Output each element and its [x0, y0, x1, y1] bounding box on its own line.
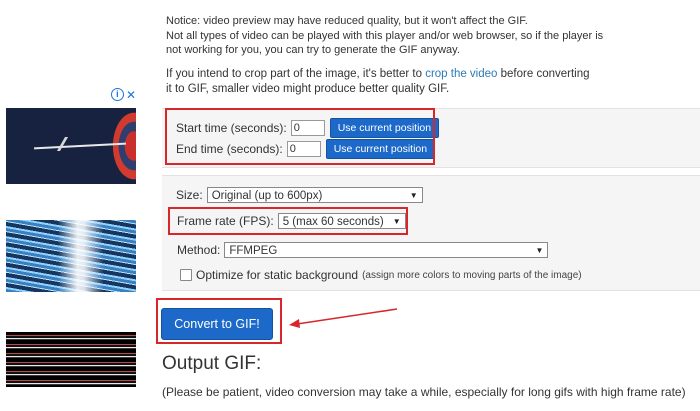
ad-image-archery-target[interactable]: [6, 108, 136, 184]
start-time-label: Start time (seconds):: [176, 121, 287, 135]
crop-note: If you intend to crop part of the image,…: [166, 67, 626, 97]
chevron-down-icon: ▼: [409, 191, 418, 200]
time-panel: [162, 108, 700, 168]
chevron-down-icon: ▼: [392, 217, 401, 226]
annotation-arrow: [289, 308, 398, 328]
chevron-down-icon: ▼: [535, 246, 544, 255]
optimize-label[interactable]: Optimize for static background: [196, 268, 358, 282]
notice-line: Notice: video preview may have reduced q…: [166, 15, 528, 27]
end-use-current-button[interactable]: Use current position: [325, 139, 436, 159]
notice-text: Notice: video preview may have reduced q…: [166, 14, 686, 58]
crop-note-text: before converting: [500, 68, 590, 80]
size-select-value: Original (up to 600px): [211, 190, 323, 202]
size-row: Size: Original (up to 600px) ▼: [176, 187, 423, 203]
method-select[interactable]: FFMPEG ▼: [224, 242, 549, 258]
start-time-input[interactable]: 0: [290, 120, 325, 136]
fps-label: Frame rate (FPS):: [177, 214, 274, 228]
fps-row: Frame rate (FPS): 5 (max 60 seconds) ▼: [177, 213, 406, 229]
crop-note-text: it to GIF, smaller video might produce b…: [166, 83, 450, 95]
info-icon[interactable]: i: [110, 88, 124, 101]
notice-line: Not all types of video can be played wit…: [166, 29, 604, 42]
end-time-input[interactable]: 0: [286, 141, 321, 157]
method-select-value: FFMPEG: [229, 245, 278, 257]
start-use-current-button[interactable]: Use current position: [329, 118, 440, 138]
notice-line: not working for you, you can try to gene…: [166, 44, 460, 56]
ad-choices[interactable]: i ✕: [110, 88, 136, 101]
main-content: Notice: video preview may have reduced q…: [152, 0, 700, 411]
start-time-row: Start time (seconds): 0 Use current posi…: [176, 118, 440, 138]
fps-select[interactable]: 5 (max 60 seconds) ▼: [277, 213, 406, 229]
arrow-fletch-decoration: [56, 137, 91, 151]
output-title: Output GIF:: [162, 353, 262, 374]
size-select[interactable]: Original (up to 600px) ▼: [206, 187, 423, 203]
size-label: Size:: [176, 188, 203, 202]
optimize-note: (assign more colors to moving parts of t…: [362, 269, 582, 281]
method-row: Method: FFMPEG ▼: [177, 242, 549, 258]
end-time-row: End time (seconds): 0 Use current positi…: [176, 139, 436, 159]
crop-video-link[interactable]: crop the video: [425, 68, 497, 80]
ad-image-light-tunnel[interactable]: [6, 220, 136, 292]
optimize-row: Optimize for static background (assign m…: [180, 268, 582, 282]
close-icon[interactable]: ✕: [126, 89, 136, 101]
crop-note-text: If you intend to crop part of the image,…: [166, 68, 422, 80]
ad-column: i ✕: [6, 88, 136, 411]
optimize-checkbox[interactable]: [180, 269, 192, 281]
fps-select-value: 5 (max 60 seconds): [282, 216, 384, 228]
ad-image-glitch[interactable]: [6, 332, 136, 387]
convert-to-gif-button[interactable]: Convert to GIF!: [161, 308, 273, 340]
end-time-label: End time (seconds):: [176, 142, 283, 156]
method-label: Method:: [177, 243, 221, 257]
output-note: (Please be patient, video conversion may…: [162, 385, 686, 399]
